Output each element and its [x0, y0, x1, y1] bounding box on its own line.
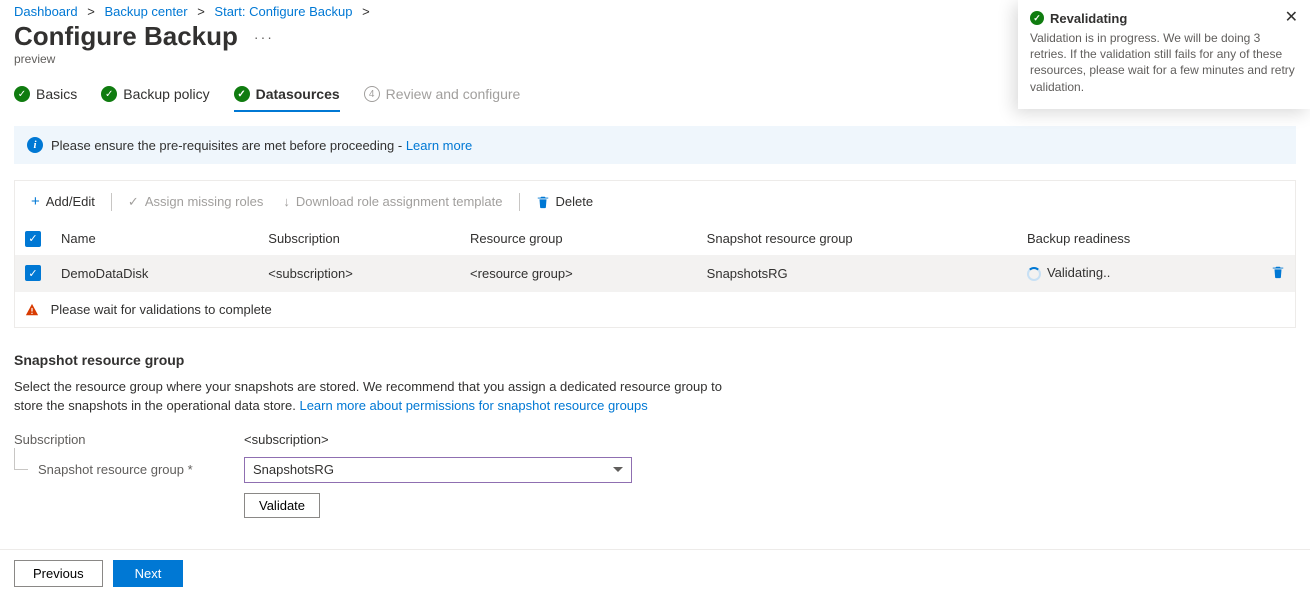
- chevron-right-icon: >: [197, 4, 205, 19]
- chevron-right-icon: >: [87, 4, 95, 19]
- tab-basics[interactable]: ✓ Basics: [14, 80, 77, 112]
- cmd-label: Delete: [556, 194, 594, 209]
- breadcrumb-start-configure[interactable]: Start: Configure Backup: [214, 4, 352, 19]
- col-resource-group: Resource group: [460, 222, 697, 255]
- info-learn-more-link[interactable]: Learn more: [406, 138, 472, 153]
- tab-label: Basics: [36, 86, 77, 102]
- close-icon[interactable]: ✕: [1285, 10, 1298, 26]
- more-actions-button[interactable]: ···: [254, 29, 274, 45]
- validation-warning-row: Please wait for validations to complete: [15, 292, 1295, 328]
- next-button[interactable]: Next: [113, 560, 184, 587]
- col-name: Name: [51, 222, 258, 255]
- download-template-button: Download role assignment template: [275, 190, 510, 213]
- snapshot-section-title: Snapshot resource group: [14, 352, 1296, 368]
- download-icon: [283, 194, 290, 209]
- col-snapshot-rg: Snapshot resource group: [697, 222, 1017, 255]
- tab-review-configure: 4 Review and configure: [364, 80, 521, 112]
- table-row[interactable]: ✓ DemoDataDisk <subscription> <resource …: [15, 255, 1295, 292]
- tab-label: Review and configure: [386, 86, 521, 102]
- tree-connector-icon: [14, 448, 28, 470]
- cell-subscription: <subscription>: [258, 255, 460, 292]
- snapshot-rg-label: Snapshot resource group *: [38, 462, 193, 477]
- add-edit-button[interactable]: + Add/Edit: [23, 189, 103, 214]
- select-all-checkbox[interactable]: ✓: [25, 231, 41, 247]
- step-number-icon: 4: [364, 86, 380, 102]
- delete-button[interactable]: Delete: [528, 190, 602, 213]
- breadcrumb-dashboard[interactable]: Dashboard: [14, 4, 78, 19]
- snapshot-section-desc: Select the resource group where your sna…: [14, 378, 734, 416]
- tab-backup-policy[interactable]: ✓ Backup policy: [101, 80, 209, 112]
- validate-button[interactable]: Validate: [244, 493, 320, 518]
- chevron-right-icon: >: [362, 4, 370, 19]
- datasources-table: ✓ Name Subscription Resource group Snaps…: [15, 222, 1295, 327]
- checkmark-icon: ✓: [128, 194, 139, 210]
- info-text: Please ensure the pre-requisites are met…: [51, 138, 406, 153]
- dropdown-value: SnapshotsRG: [253, 462, 334, 477]
- tab-label: Datasources: [256, 86, 340, 102]
- separator: [519, 193, 520, 211]
- warning-text: Please wait for validations to complete: [51, 302, 272, 317]
- previous-button[interactable]: Previous: [14, 560, 103, 587]
- toast-title-text: Revalidating: [1050, 11, 1127, 26]
- toast-notification: ✓ Revalidating ✕ Validation is in progre…: [1018, 0, 1310, 109]
- snapshot-rg-dropdown[interactable]: SnapshotsRG: [244, 457, 632, 483]
- cell-readiness: Validating..: [1017, 255, 1255, 292]
- cmd-label: Add/Edit: [46, 194, 95, 209]
- command-bar: + Add/Edit ✓ Assign missing roles Downlo…: [15, 181, 1295, 222]
- plus-icon: +: [31, 193, 40, 210]
- cell-snapshot-rg: SnapshotsRG: [697, 255, 1017, 292]
- row-checkbox[interactable]: ✓: [25, 265, 41, 281]
- datasources-card: + Add/Edit ✓ Assign missing roles Downlo…: [14, 180, 1296, 328]
- trash-icon: [536, 195, 550, 209]
- check-icon: ✓: [101, 86, 117, 102]
- cmd-label: Download role assignment template: [296, 194, 503, 209]
- breadcrumb-backup-center[interactable]: Backup center: [104, 4, 187, 19]
- separator: [111, 193, 112, 211]
- warning-icon: [25, 303, 39, 317]
- check-icon: ✓: [14, 86, 30, 102]
- subscription-label: Subscription: [14, 432, 244, 447]
- info-icon: i: [27, 137, 43, 153]
- toast-body-text: Validation is in progress. We will be do…: [1030, 30, 1298, 95]
- wizard-footer: Previous Next: [0, 549, 1310, 597]
- readiness-text: Validating..: [1047, 265, 1110, 280]
- cmd-label: Assign missing roles: [145, 194, 264, 209]
- cell-name: DemoDataDisk: [51, 255, 258, 292]
- assign-roles-button: ✓ Assign missing roles: [120, 190, 271, 214]
- row-delete-button[interactable]: [1271, 267, 1285, 282]
- cell-resource-group: <resource group>: [460, 255, 697, 292]
- info-bar: i Please ensure the pre-requisites are m…: [14, 126, 1296, 164]
- col-backup-readiness: Backup readiness: [1017, 222, 1255, 255]
- tab-datasources[interactable]: ✓ Datasources: [234, 80, 340, 112]
- check-icon: ✓: [234, 86, 250, 102]
- spinner-icon: [1027, 267, 1041, 281]
- col-subscription: Subscription: [258, 222, 460, 255]
- snapshot-learn-more-link[interactable]: Learn more about permissions for snapsho…: [299, 398, 647, 413]
- success-icon: ✓: [1030, 11, 1044, 25]
- tab-label: Backup policy: [123, 86, 209, 102]
- page-title: Configure Backup: [14, 21, 238, 52]
- subscription-value: <subscription>: [244, 432, 329, 447]
